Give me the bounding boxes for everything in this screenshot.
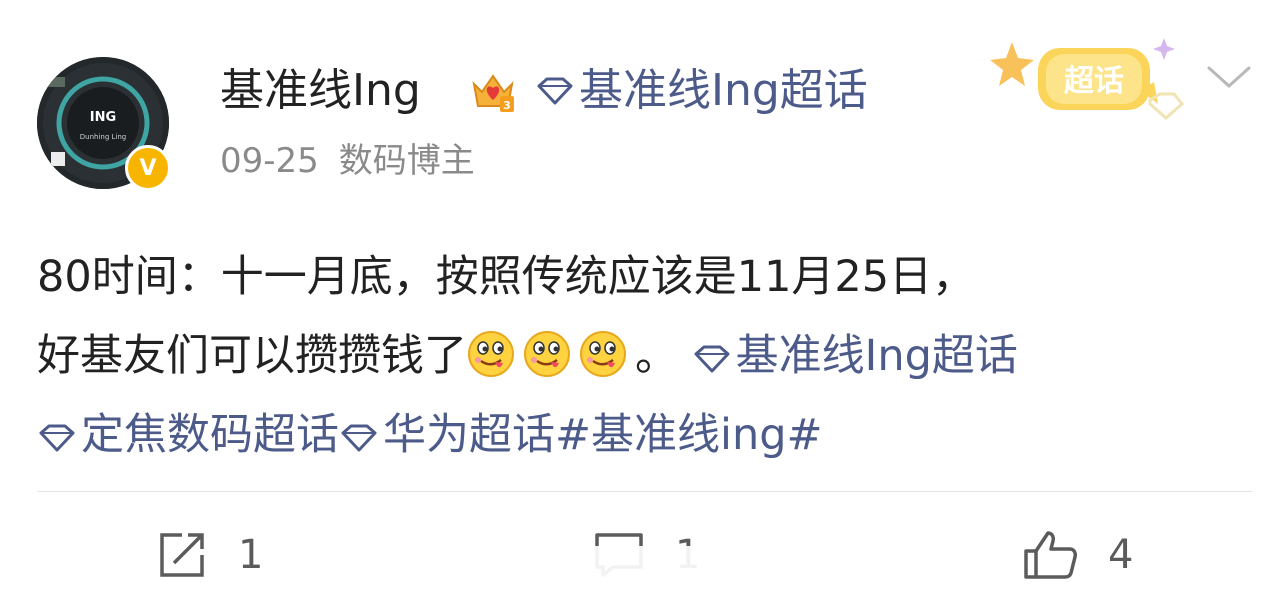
diamond-icon — [341, 424, 377, 451]
svg-text:ING: ING — [90, 110, 116, 125]
diamond-icon — [39, 424, 75, 451]
diamond-icon — [694, 345, 730, 372]
topic-link-label: 基准线Ing超话 — [735, 331, 1018, 381]
post-text-line-2: 好基友们可以攒攒钱了 。 基准线Ing超话 — [37, 317, 1252, 396]
hashtag-link[interactable]: #基准线ing# — [555, 410, 823, 460]
svg-text:Dunhing Ling: Dunhing Ling — [80, 133, 126, 141]
like-button[interactable]: 4 — [1022, 525, 1133, 585]
super-topic-badge-label: 超话 — [1064, 64, 1124, 99]
post-date: 09-25 — [220, 141, 319, 181]
like-count: 4 — [1108, 532, 1134, 578]
topic-link-1[interactable]: 基准线Ing超话 — [692, 331, 1018, 381]
diamond-icon — [537, 77, 573, 105]
post-content: 80时间：十一月底，按照传统应该是11月25日， 好基友们可以攒攒钱了 。 基准线… — [37, 238, 1252, 475]
divider — [37, 491, 1252, 492]
post-text-line-3: 定焦数码超话 华为超话#基准线ing# — [37, 396, 1252, 475]
share-button[interactable]: 1 — [156, 525, 263, 585]
author-role: 数码博主 — [338, 141, 475, 181]
super-topic-badge[interactable]: 超话 — [990, 30, 1190, 130]
thumbs-up-icon — [1024, 531, 1077, 579]
share-icon — [160, 533, 204, 577]
drooling-face-emoji-icon — [468, 331, 514, 377]
post-text-segment: 好基友们可以攒攒钱了 — [37, 331, 467, 381]
crown-level-icon: 3 — [472, 74, 514, 112]
super-topic-link[interactable]: 基准线Ing超话 — [535, 60, 868, 122]
super-topic-label: 基准线Ing超话 — [579, 65, 868, 116]
topic-link-label: 定焦数码超话 — [81, 410, 339, 460]
svg-text:3: 3 — [503, 99, 511, 112]
post-text-line-1: 80时间：十一月底，按照传统应该是11月25日， — [37, 252, 976, 302]
topic-link-2[interactable]: 定焦数码超话 — [37, 410, 339, 460]
post-meta: 09-25 数码博主 — [220, 138, 475, 184]
author-name[interactable]: 基准线Ing — [220, 60, 421, 122]
share-count: 1 — [238, 532, 264, 578]
drooling-face-emoji-icon — [524, 331, 570, 377]
post-text-segment: 。 — [635, 331, 678, 381]
scroll-indicator — [530, 546, 760, 586]
verified-badge-icon: V — [125, 145, 171, 191]
topic-link-label: 华为超话 — [383, 410, 555, 460]
drooling-face-emoji-icon — [580, 331, 626, 377]
topic-link-3[interactable]: 华为超话 — [339, 410, 555, 460]
chevron-down-icon[interactable] — [1205, 62, 1253, 92]
